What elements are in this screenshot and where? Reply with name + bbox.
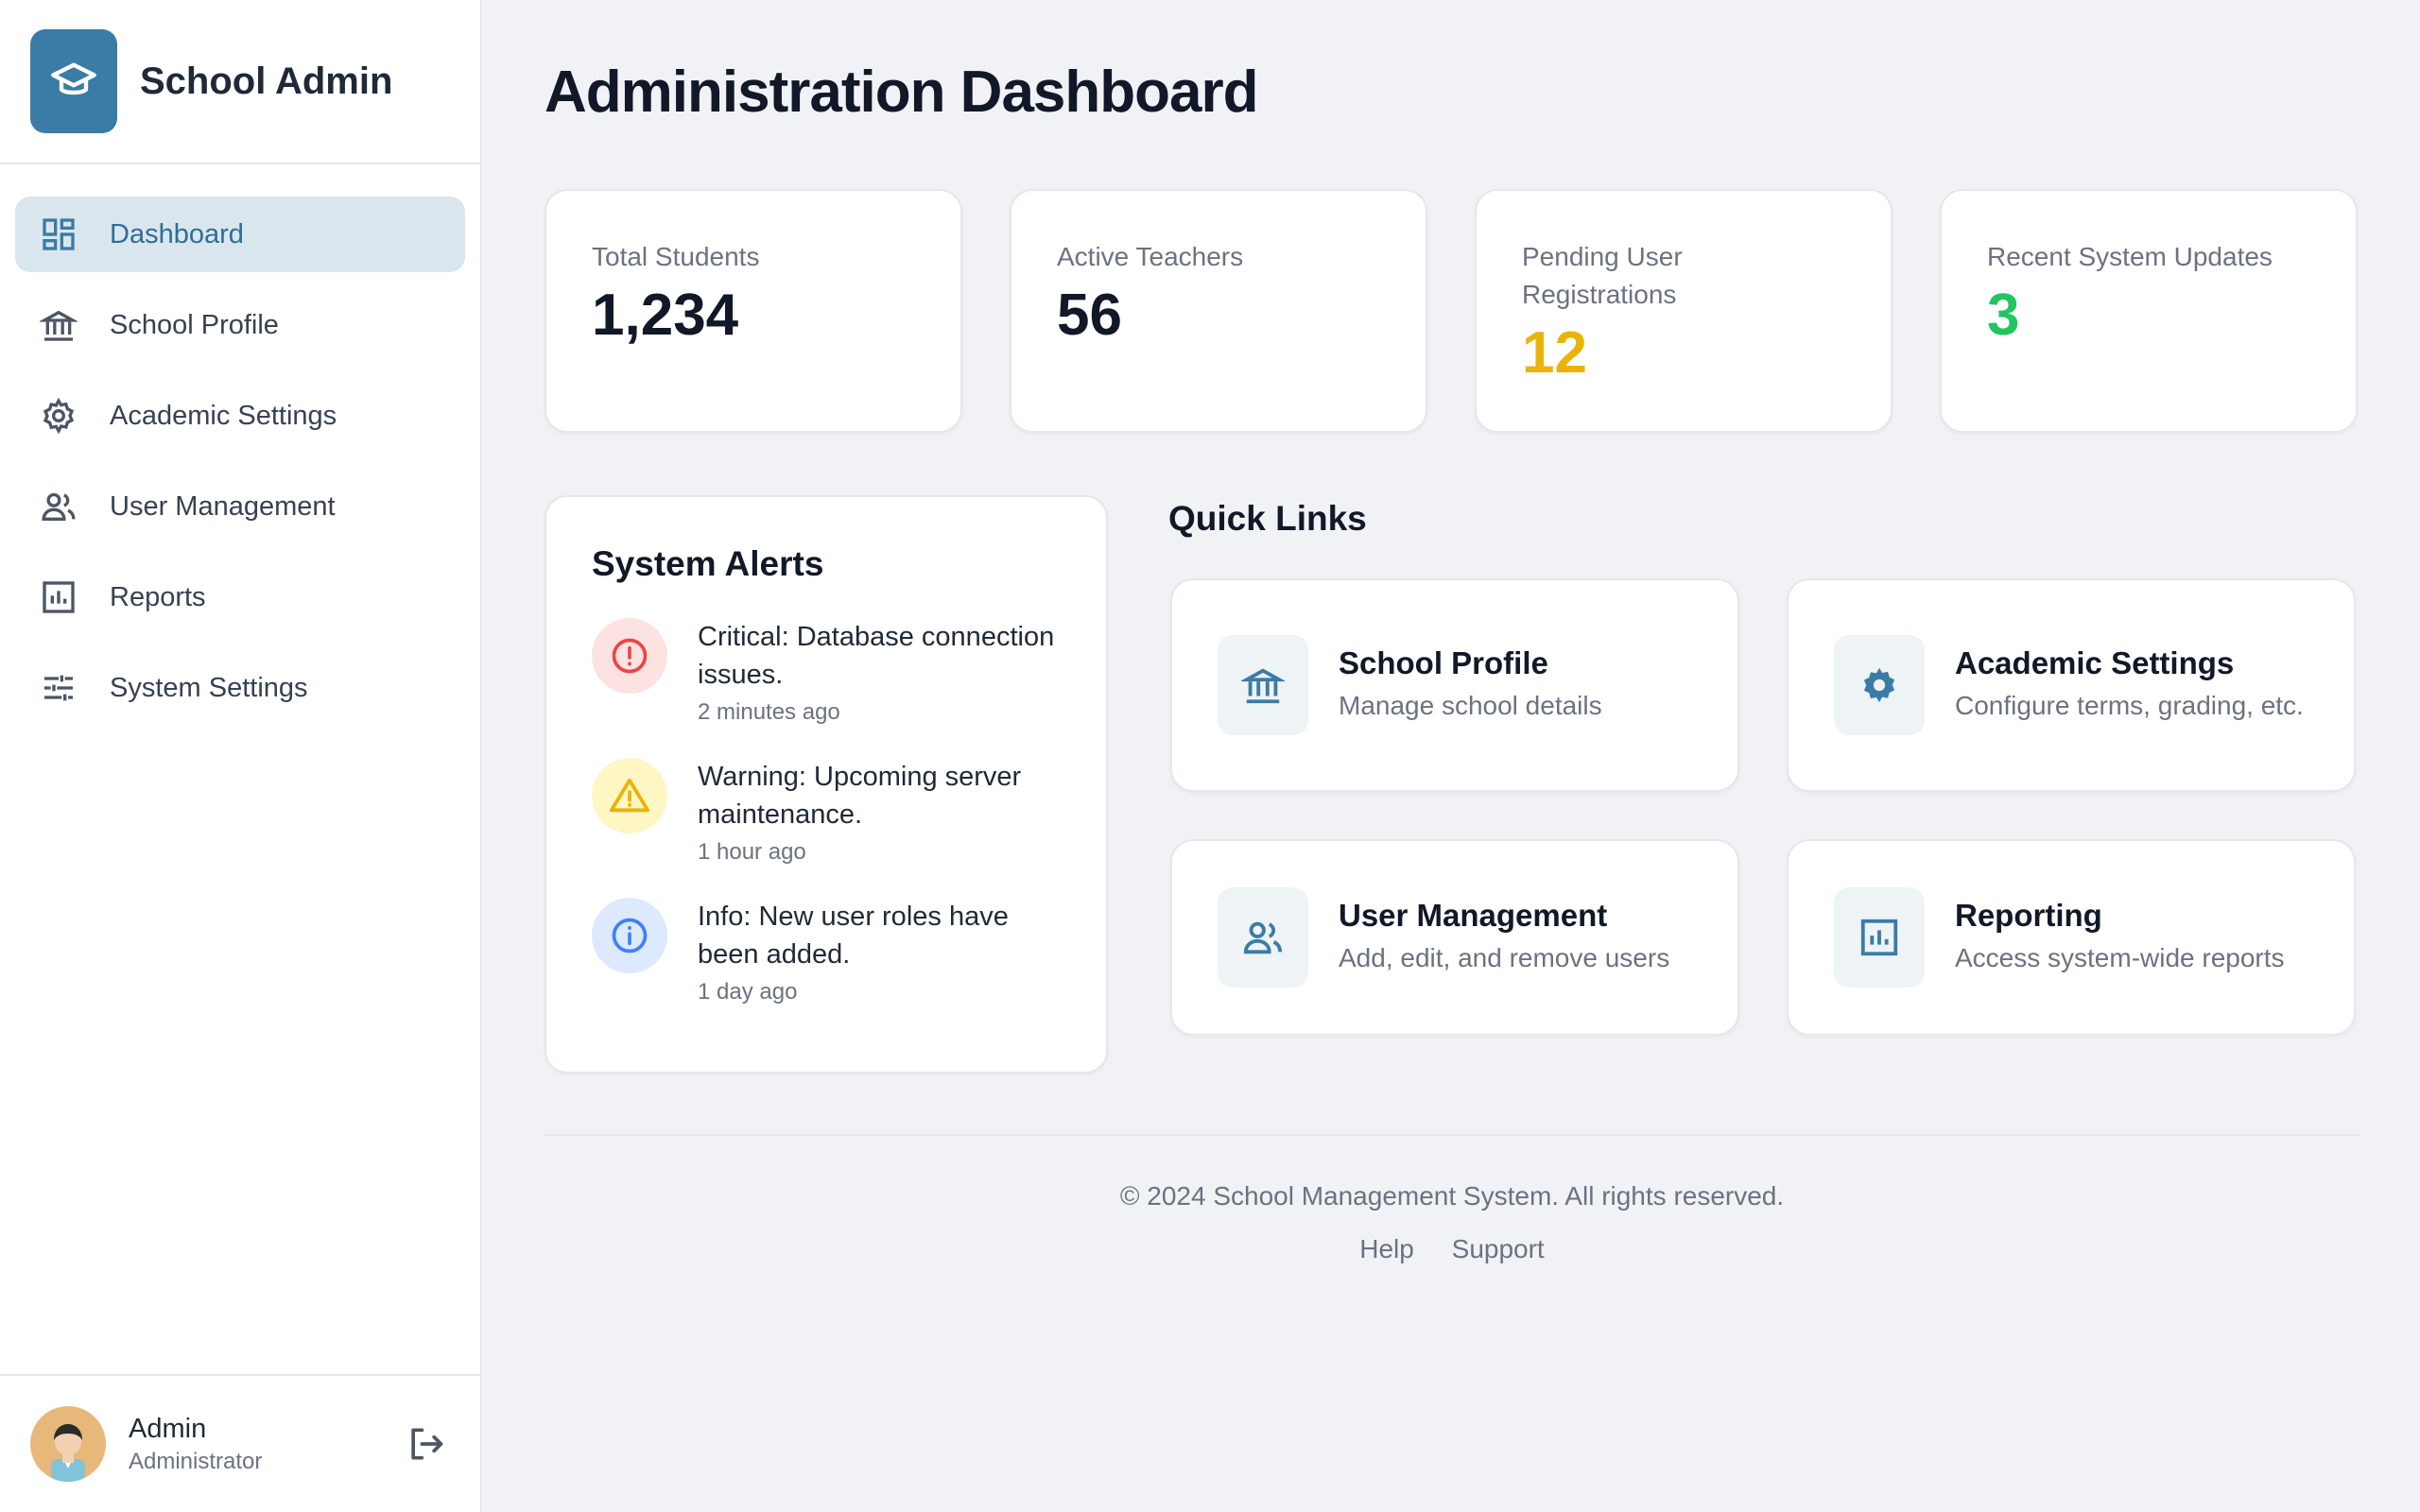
bar-chart-icon	[40, 578, 78, 616]
avatar[interactable]	[30, 1406, 106, 1482]
stat-card-active-teachers: Active Teachers 56	[1010, 189, 1427, 433]
quick-link-desc: Access system-wide reports	[1955, 943, 2285, 972]
graduation-cap-icon[interactable]	[30, 29, 117, 133]
stat-label: Active Teachers	[1057, 242, 1244, 271]
alert-time: 1 hour ago	[698, 839, 806, 865]
quick-link-reporting[interactable]: Reporting Access system-wide reports	[1787, 839, 2356, 1036]
quick-link-name: School Profile	[1339, 645, 1548, 680]
users-icon	[40, 488, 78, 525]
stat-value: 56	[1057, 283, 1122, 348]
quick-link-text: Academic Settings Configure terms, gradi…	[1955, 645, 2314, 725]
user-profile: Admin Administrator	[0, 1374, 480, 1512]
quick-link-academic-settings[interactable]: Academic Settings Configure terms, gradi…	[1787, 578, 2356, 792]
alert-text: Info: New user roles have been added.	[698, 902, 1009, 970]
dashboard-icon	[40, 215, 78, 253]
sidebar-item-dashboard[interactable]: Dashboard	[15, 197, 465, 272]
gear-icon	[40, 397, 78, 435]
sidebar-item-label: User Management	[110, 490, 336, 522]
user-role: Administrator	[129, 1448, 263, 1474]
sidebar-item-label: System Settings	[110, 672, 308, 703]
stat-label: Total Students	[592, 242, 760, 271]
sidebar-nav: Dashboard School Profile Academic Settin…	[0, 164, 480, 726]
user-name: Admin	[129, 1413, 207, 1444]
institution-icon	[40, 306, 78, 344]
sidebar-item-label: Reports	[110, 581, 206, 612]
sliders-icon	[40, 669, 78, 707]
sidebar-item-system-settings[interactable]: System Settings	[15, 650, 465, 726]
users-icon	[1218, 887, 1308, 988]
warning-triangle-icon	[592, 758, 667, 833]
exclamation-circle-icon	[592, 618, 667, 694]
stat-label: Pending User Registrations	[1522, 242, 1683, 309]
quick-link-desc: Configure terms, grading, etc.	[1955, 691, 2304, 720]
alert-item[interactable]: Critical: Database connection issues. 2 …	[592, 618, 1061, 726]
bar-chart-icon	[1834, 887, 1925, 988]
quick-link-name: Academic Settings	[1955, 645, 2235, 680]
sidebar-item-label: Dashboard	[110, 218, 244, 249]
alert-time: 1 day ago	[698, 979, 798, 1005]
quick-link-text: Reporting Access system-wide reports	[1955, 898, 2285, 977]
system-alerts-title: System Alerts	[592, 544, 824, 583]
footer-link-help[interactable]: Help	[1359, 1234, 1414, 1263]
footer-divider	[544, 1134, 2360, 1136]
footer-links: Help Support	[544, 1234, 2360, 1264]
alert-text: Critical: Database connection issues.	[698, 622, 1055, 690]
quick-link-name: User Management	[1339, 898, 1608, 933]
page-title: Administration Dashboard	[544, 60, 1259, 125]
gear-icon	[1834, 635, 1925, 735]
quick-link-text: School Profile Manage school details	[1339, 645, 1602, 725]
alert-item[interactable]: Info: New user roles have been added. 1 …	[592, 898, 1061, 1005]
quick-link-text: User Management Add, edit, and remove us…	[1339, 898, 1669, 977]
logout-icon[interactable]	[405, 1423, 446, 1465]
sidebar: School Admin Dashboard School Profile Ac…	[0, 0, 482, 1512]
info-circle-icon	[592, 898, 667, 973]
footer-link-support[interactable]: Support	[1452, 1234, 1545, 1263]
quick-links-title: Quick Links	[1168, 499, 1367, 538]
user-info: Admin Administrator	[129, 1414, 262, 1475]
alert-time: 2 minutes ago	[698, 699, 840, 725]
alert-body: Critical: Database connection issues. 2 …	[698, 618, 1061, 726]
stat-card-pending-registrations: Pending User Registrations 12	[1475, 189, 1893, 433]
quick-link-user-management[interactable]: User Management Add, edit, and remove us…	[1170, 839, 1739, 1036]
stat-card-total-students: Total Students 1,234	[544, 189, 962, 433]
sidebar-item-label: Academic Settings	[110, 400, 337, 431]
quick-link-name: Reporting	[1955, 898, 2102, 933]
footer-copyright: © 2024 School Management System. All rig…	[1119, 1181, 1785, 1211]
brand-title: School Admin	[140, 60, 393, 102]
alert-item[interactable]: Warning: Upcoming server maintenance. 1 …	[592, 758, 1061, 866]
sidebar-item-user-management[interactable]: User Management	[15, 469, 465, 544]
alert-body: Warning: Upcoming server maintenance. 1 …	[698, 758, 1061, 866]
quick-link-desc: Manage school details	[1339, 691, 1602, 720]
sidebar-item-label: School Profile	[110, 309, 279, 340]
sidebar-item-reports[interactable]: Reports	[15, 559, 465, 635]
sidebar-item-school-profile[interactable]: School Profile	[15, 287, 465, 363]
alert-text: Warning: Upcoming server maintenance.	[698, 762, 1022, 830]
sidebar-item-academic-settings[interactable]: Academic Settings	[15, 378, 465, 454]
brand: School Admin	[0, 0, 480, 164]
institution-icon	[1218, 635, 1308, 735]
stat-value: 12	[1522, 320, 1587, 386]
system-alerts-panel: System Alerts Critical: Database connect…	[544, 495, 1108, 1074]
alert-body: Info: New user roles have been added. 1 …	[698, 898, 1061, 1005]
stat-value: 3	[1987, 283, 2020, 348]
quick-link-desc: Add, edit, and remove users	[1339, 943, 1670, 972]
stat-card-recent-updates: Recent System Updates 3	[1940, 189, 2358, 433]
stat-value: 1,234	[592, 283, 739, 348]
quick-link-school-profile[interactable]: School Profile Manage school details	[1170, 578, 1739, 792]
stat-label: Recent System Updates	[1987, 242, 2273, 271]
